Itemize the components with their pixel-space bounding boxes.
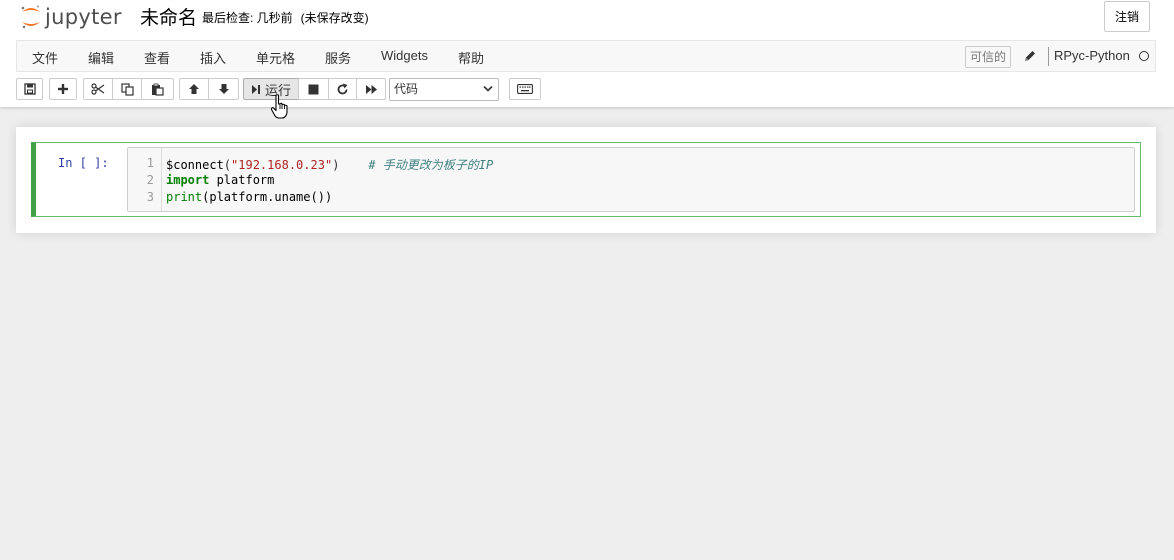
notebook-container: In [ ]: 1 2 3 $connect("192.168.0.23") #… xyxy=(16,127,1156,233)
cell-type-select[interactable]: 代码 xyxy=(389,78,499,101)
copy-button[interactable] xyxy=(112,78,142,100)
move-cell-down-button[interactable] xyxy=(208,78,239,100)
jupyter-logo-icon xyxy=(21,5,40,29)
fast-forward-icon xyxy=(365,84,377,94)
restart-kernel-button[interactable] xyxy=(328,78,357,100)
move-cell-up-button[interactable] xyxy=(179,78,209,100)
menu-cell[interactable]: 单元格 xyxy=(256,48,295,67)
plus-icon xyxy=(58,84,68,94)
scissors-icon xyxy=(91,83,105,95)
menu-help[interactable]: 帮助 xyxy=(458,48,484,67)
hand-pointer-cursor-icon xyxy=(270,94,288,119)
code-token-paren: ) xyxy=(332,158,340,172)
line-number: 2 xyxy=(146,173,154,187)
autosave-status: (未保存改变) xyxy=(300,11,369,25)
chevron-down-icon xyxy=(483,85,493,92)
trusted-badge[interactable]: 可信的 xyxy=(965,46,1012,68)
pencil-icon[interactable] xyxy=(1023,49,1037,63)
notebook-name[interactable]: 未命名 xyxy=(140,3,197,30)
logout-button[interactable]: 注销 xyxy=(1104,1,1150,32)
arrow-down-icon xyxy=(218,84,229,94)
menu-insert[interactable]: 插入 xyxy=(200,48,226,67)
kernel-name[interactable]: RPyc-Python xyxy=(1054,48,1130,63)
menu-file[interactable]: 文件 xyxy=(32,48,58,67)
command-palette-button[interactable] xyxy=(509,78,541,100)
code-editor[interactable]: 1 2 3 $connect("192.168.0.23") # 手动更改为板子… xyxy=(127,147,1135,212)
code-token-keyword: import xyxy=(166,173,210,187)
cut-button[interactable] xyxy=(83,78,113,100)
paste-icon xyxy=(152,83,164,96)
code-line: import platform xyxy=(166,173,274,187)
keyboard-icon xyxy=(517,84,533,94)
code-line: $connect("192.168.0.23") # 手动更改为板子的IP xyxy=(166,156,493,173)
code-token-comment: # 手动更改为板子的IP xyxy=(368,158,494,172)
menu-edit[interactable]: 编辑 xyxy=(88,48,114,67)
line-number: 1 xyxy=(146,156,154,170)
menu-kernel[interactable]: 服务 xyxy=(325,48,351,67)
code-token-text: platform xyxy=(209,173,275,187)
kernel-separator xyxy=(1048,47,1049,66)
code-token-builtin: print xyxy=(166,190,203,204)
step-forward-icon xyxy=(251,84,260,94)
save-icon xyxy=(23,83,36,95)
jupyter-logo[interactable]: jupyter xyxy=(20,2,122,32)
restart-run-all-button[interactable] xyxy=(356,78,386,100)
kernel-idle-indicator-icon xyxy=(1139,51,1149,61)
code-token-paren: ( xyxy=(223,158,232,172)
line-number: 3 xyxy=(146,190,154,204)
redo-icon xyxy=(337,83,348,94)
stop-icon xyxy=(308,84,319,94)
line-number-gutter: 1 2 3 xyxy=(128,148,162,211)
interrupt-kernel-button[interactable] xyxy=(298,78,329,100)
logo-text: jupyter xyxy=(45,5,122,29)
insert-cell-button[interactable] xyxy=(49,78,77,100)
code-token-function: $connect xyxy=(166,158,224,172)
code-token-text: (platform.uname()) xyxy=(202,190,333,204)
copy-icon xyxy=(120,82,134,96)
save-button[interactable] xyxy=(16,78,43,100)
checkpoint-label: 最后检查: 几秒前 xyxy=(202,11,293,25)
menu-view[interactable]: 查看 xyxy=(144,48,170,67)
paste-button[interactable] xyxy=(141,78,174,100)
code-cell[interactable]: In [ ]: 1 2 3 $connect("192.168.0.23") #… xyxy=(31,142,1141,217)
menubar: 文件 编辑 查看 插入 单元格 服务 Widgets 帮助 可信的 RPyc-P… xyxy=(16,40,1156,72)
input-prompt: In [ ]: xyxy=(58,156,109,170)
checkpoint-status: 最后检查: 几秒前 (未保存改变) xyxy=(202,9,369,26)
header: jupyter 未命名 最后检查: 几秒前 (未保存改变) 注销 文件 编辑 查看… xyxy=(0,0,1174,119)
code-line: print(platform.uname()) xyxy=(166,190,332,204)
code-token-string: "192.168.0.23" xyxy=(231,158,333,172)
menu-widgets[interactable]: Widgets xyxy=(381,48,428,63)
arrow-up-icon xyxy=(189,84,199,94)
cell-type-selected: 代码 xyxy=(394,82,419,96)
